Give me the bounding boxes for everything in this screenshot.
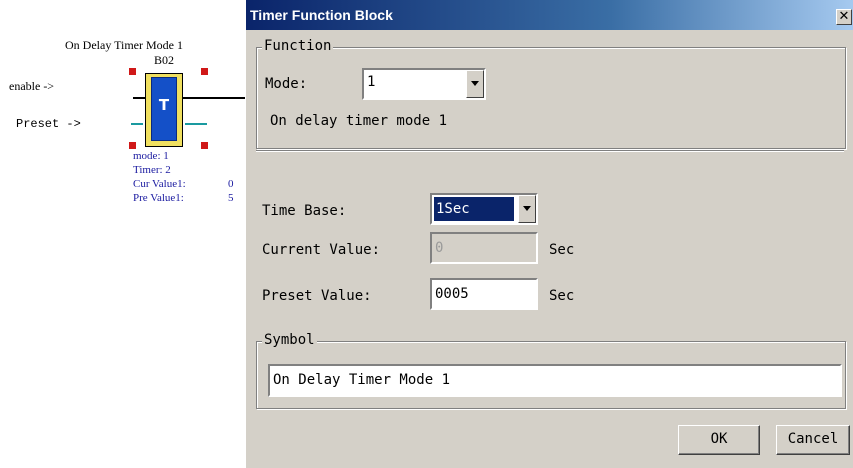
cur-value: 0 — [228, 178, 234, 190]
dialog-titlebar[interactable]: Timer Function Block ✕ — [246, 0, 853, 30]
function-group — [256, 47, 846, 149]
mode-info: mode: 1 — [133, 150, 169, 162]
pre-value: 5 — [228, 192, 234, 204]
mode-label: Mode: — [265, 76, 308, 92]
block-title: On Delay Timer Mode 1 — [65, 38, 183, 52]
pre-value-label: Pre Value1: — [133, 192, 184, 204]
time-base-label: Time Base: — [262, 203, 347, 219]
resize-handle[interactable] — [129, 68, 136, 75]
chevron-down-icon[interactable] — [466, 70, 484, 98]
function-group-legend: Function — [262, 38, 334, 54]
ladder-diagram: On Delay Timer Mode 1 B02 enable -> Pres… — [0, 0, 245, 468]
timer-block-body: T — [151, 77, 177, 141]
close-icon[interactable]: ✕ — [836, 9, 852, 25]
resize-handle[interactable] — [201, 68, 208, 75]
cancel-button[interactable]: Cancel — [776, 425, 850, 455]
output-wire — [183, 97, 245, 99]
ok-button[interactable]: OK — [678, 425, 760, 455]
chevron-down-icon[interactable] — [518, 195, 536, 223]
output-arrow-icon — [185, 123, 207, 125]
current-value-label: Current Value: — [262, 242, 381, 258]
preset-input-label: Preset -> — [16, 117, 81, 131]
divider — [256, 150, 844, 152]
preset-value-unit: Sec — [549, 288, 575, 304]
time-base-value: 1Sec — [434, 197, 514, 221]
preset-arrow-icon — [131, 123, 143, 125]
preset-value-label: Preset Value: — [262, 288, 372, 304]
block-id: B02 — [154, 53, 175, 67]
enable-input-label: enable -> — [9, 79, 55, 93]
current-value-field: 0 — [430, 232, 538, 264]
symbol-field[interactable]: On Delay Timer Mode 1 — [268, 364, 842, 397]
timer-icon: T — [158, 96, 170, 114]
cur-value-label: Cur Value1: — [133, 178, 186, 190]
dialog-title: Timer Function Block — [250, 7, 393, 23]
timer-block[interactable]: T — [145, 73, 183, 147]
timer-function-dialog: Timer Function Block ✕ Function Mode: 1 … — [245, 0, 853, 468]
mode-description: On delay timer mode 1 — [270, 113, 448, 129]
timer-info: Timer: 2 — [133, 164, 171, 176]
mode-select-value: 1 — [367, 74, 376, 90]
enable-wire — [133, 97, 145, 99]
current-value-unit: Sec — [549, 242, 575, 258]
resize-handle[interactable] — [201, 142, 208, 149]
resize-handle[interactable] — [129, 142, 136, 149]
time-base-select[interactable]: 1Sec — [430, 193, 538, 225]
mode-select[interactable]: 1 — [362, 68, 486, 100]
preset-value-field[interactable]: 0005 — [430, 278, 538, 310]
symbol-group-legend: Symbol — [262, 332, 317, 348]
